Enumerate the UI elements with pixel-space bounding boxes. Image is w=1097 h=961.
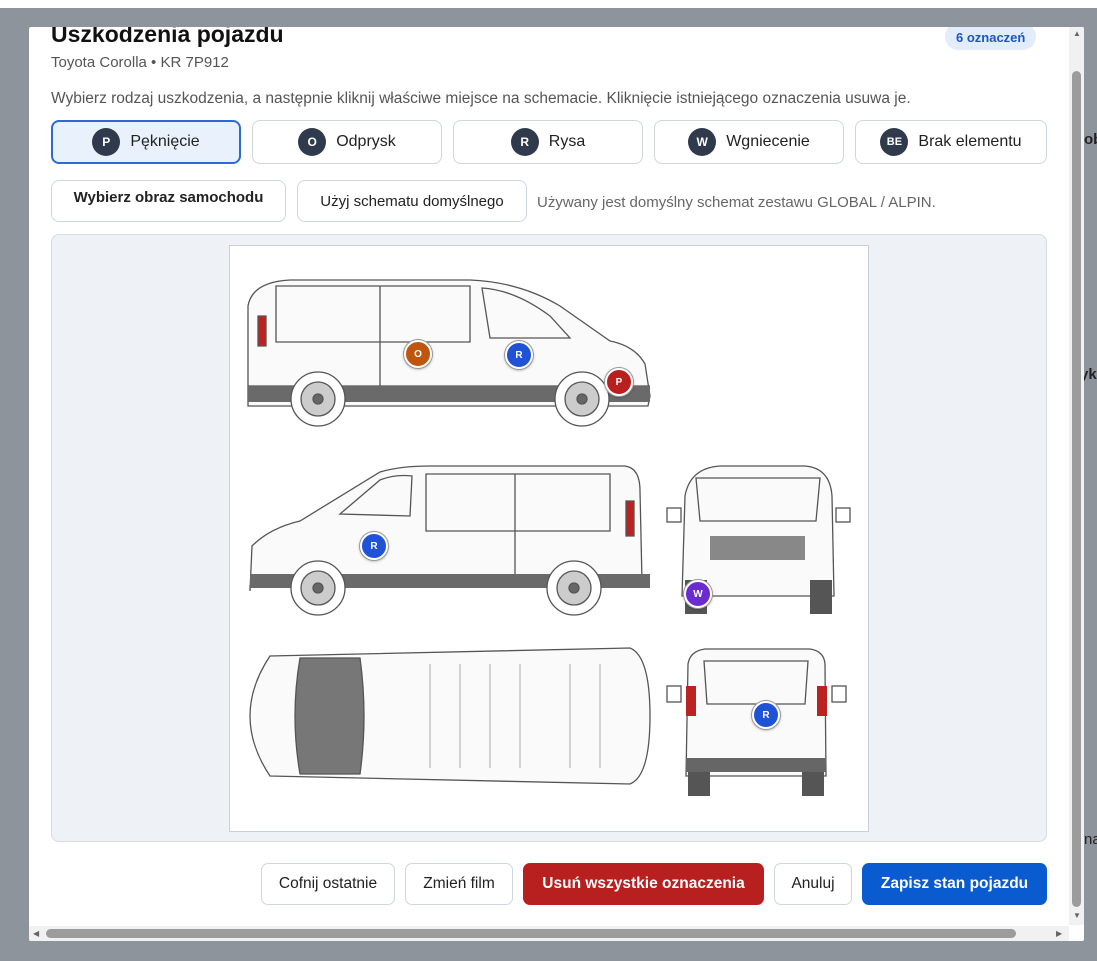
scroll-right-icon[interactable]: ▶ xyxy=(1056,929,1062,938)
damage-code-badge: P xyxy=(92,128,121,156)
use-default-schema-button[interactable]: Użyj schematu domyślnego xyxy=(297,180,527,222)
damage-type-label: Brak elementu xyxy=(918,133,1022,150)
van-schematic-drawing xyxy=(247,279,851,796)
damage-type-label: Rysa xyxy=(548,133,586,150)
damage-type-crack-button[interactable]: P Pęknięcie xyxy=(51,120,241,164)
damage-type-label: Pęknięcie xyxy=(130,133,200,150)
damage-type-scratch-button[interactable]: R Rysa xyxy=(453,120,643,164)
vehicle-schema-image[interactable]: O R P R W R xyxy=(229,245,869,832)
damage-marker[interactable]: P xyxy=(605,368,633,396)
scroll-left-icon[interactable]: ◀ xyxy=(33,929,39,938)
damage-type-label: Odprysk xyxy=(336,133,396,150)
choose-car-image-button[interactable]: Wybierz obraz samochodu xyxy=(51,180,286,222)
damage-code-badge: R xyxy=(510,128,539,156)
scroll-up-icon[interactable]: ▲ xyxy=(1073,29,1081,38)
background-top-bar xyxy=(0,0,1097,8)
vehicle-subtitle: Toyota Corolla • KR 7P912 xyxy=(51,54,229,71)
vertical-scrollbar[interactable]: ▲ ▼ xyxy=(1069,27,1084,925)
modal-title: Uszkodzenia pojazdu xyxy=(51,27,284,47)
background-text-fragment: na xyxy=(1084,831,1097,848)
save-vehicle-state-button[interactable]: Zapisz stan pojazdu xyxy=(862,863,1047,905)
damage-marker[interactable]: R xyxy=(752,701,780,729)
background-text-fragment: ob xyxy=(1084,131,1097,148)
change-film-button[interactable]: Zmień film xyxy=(405,863,513,905)
damage-marker[interactable]: R xyxy=(505,341,533,369)
cancel-button[interactable]: Anuluj xyxy=(774,863,852,905)
undo-last-button[interactable]: Cofnij ostatnie xyxy=(261,863,395,905)
damage-code-badge: BE xyxy=(880,128,909,156)
damage-type-label: Wgniecenie xyxy=(726,133,810,150)
horizontal-scrollbar[interactable]: ◀ ▶ xyxy=(29,926,1069,941)
damage-code-badge: W xyxy=(688,128,717,156)
damage-type-chip-button[interactable]: O Odprysk xyxy=(252,120,442,164)
vehicle-damage-modal: Uszkodzenia pojazdu Toyota Corolla • KR … xyxy=(29,27,1084,941)
scroll-down-icon[interactable]: ▼ xyxy=(1073,911,1081,920)
clear-all-marks-button[interactable]: Usuń wszystkie oznaczenia xyxy=(523,863,764,905)
image-status-text: Używany jest domyślny schemat zestawu GL… xyxy=(537,194,936,211)
damage-code-badge: O xyxy=(298,128,327,156)
damage-marker[interactable]: R xyxy=(360,532,388,560)
marks-count-badge: 6 oznaczeń xyxy=(945,27,1037,50)
vertical-scroll-thumb[interactable] xyxy=(1072,71,1081,907)
damage-canvas-area: O R P R W R xyxy=(51,234,1047,842)
damage-marker[interactable]: W xyxy=(684,580,712,608)
damage-marker[interactable]: O xyxy=(404,340,432,368)
instruction-text: Wybierz rodzaj uszkodzenia, a następnie … xyxy=(51,90,911,107)
damage-type-missing-element-button[interactable]: BE Brak elementu xyxy=(855,120,1047,164)
horizontal-scroll-thumb[interactable] xyxy=(46,929,1016,938)
damage-type-dent-button[interactable]: W Wgniecenie xyxy=(654,120,844,164)
